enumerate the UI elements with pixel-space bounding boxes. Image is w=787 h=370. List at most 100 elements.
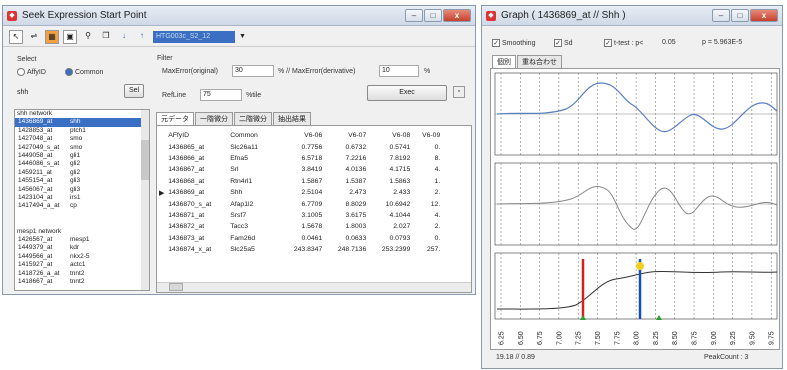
tab-data-2[interactable]: 二階微分 bbox=[234, 112, 272, 125]
ttest-checkbox[interactable]: ✓ t-test : p< bbox=[604, 39, 643, 47]
list-item[interactable]: 1449058_at gli1 bbox=[15, 152, 149, 160]
graph-canvas: 6.25 6.50 6.75 7.00 7.25 7.50 7.75 8.00 8.25 8.50… bbox=[494, 72, 778, 345]
affy-id: 1456067_at bbox=[18, 185, 53, 193]
common-radio[interactable]: Common bbox=[65, 68, 103, 76]
gene-symbol: gli3 bbox=[70, 185, 81, 193]
exec-button[interactable]: Exec bbox=[367, 85, 447, 101]
column-header[interactable]: AFfyID bbox=[166, 130, 228, 141]
table-hscrollbar[interactable] bbox=[157, 282, 471, 292]
tab-individual[interactable]: 個別 bbox=[492, 55, 516, 68]
tab-overlay[interactable]: 重ね合わせ bbox=[517, 55, 562, 68]
list-item[interactable]: 1459211_at gli2 bbox=[15, 169, 149, 177]
table-row[interactable]: 1436866_at Efna5 6.5718 7.2216 7.8192 8. bbox=[157, 153, 442, 164]
gene-network-list[interactable]: shh network 1436869_at shh 1428853_at ptch1… bbox=[14, 109, 150, 291]
table-cell: 1436866_at bbox=[168, 154, 205, 162]
x-tick-label: 6.50 bbox=[518, 331, 525, 345]
minimize-button[interactable]: – bbox=[712, 9, 730, 22]
list-item[interactable]: 1455154_at gli3 bbox=[15, 177, 149, 185]
column-header[interactable]: V6-06 bbox=[280, 130, 324, 141]
x-tick-label: 7.25 bbox=[576, 331, 583, 345]
chevron-down-icon[interactable]: ▼ bbox=[239, 33, 246, 40]
list-scrollbar[interactable] bbox=[141, 110, 149, 290]
affy-id: 1459211_at bbox=[18, 168, 52, 176]
table-cell: 2. bbox=[434, 223, 441, 231]
column-header[interactable]: V6-09 bbox=[412, 130, 442, 141]
radio-selected-icon[interactable] bbox=[65, 68, 73, 76]
graph-area: 6.25 6.50 6.75 7.00 7.25 7.50 7.75 8.00 8.25 8.50… bbox=[490, 68, 780, 350]
table-cell: 0.0793 bbox=[389, 234, 411, 242]
tab-data-0[interactable]: 元データ bbox=[156, 112, 194, 125]
minimize-button[interactable]: – bbox=[405, 9, 423, 22]
peak-count: PeakCount : 3 bbox=[704, 354, 749, 361]
list-item[interactable]: 1426567_at mesp1 bbox=[15, 236, 149, 244]
table-row[interactable]: 1436867_at Srl 3.8419 4.0136 4.1715 4. bbox=[157, 164, 442, 175]
seek-titlebar[interactable]: ◆ Seek Expression Start Point – □ x bbox=[3, 6, 475, 26]
gene-symbol: ptch1 bbox=[70, 126, 86, 134]
table-cell: 1.8003 bbox=[345, 223, 367, 231]
down-arrow-icon[interactable]: ↓ bbox=[117, 30, 131, 44]
save-icon[interactable]: ▫ bbox=[453, 86, 465, 98]
list-item[interactable]: 1415927_at actc1 bbox=[15, 261, 149, 269]
close-button[interactable]: x bbox=[750, 9, 778, 22]
grid-icon[interactable]: ▦ bbox=[45, 29, 59, 44]
list-item[interactable]: 1417494_a_at cp bbox=[15, 202, 149, 210]
affy-id: 1427049_s_at bbox=[18, 143, 60, 151]
table-row[interactable]: 1436868_at Rtn4rl1 1.5867 1.5387 1.5863 1. bbox=[157, 176, 442, 187]
column-header[interactable]: V6-08 bbox=[368, 130, 412, 141]
column-header[interactable]: Common bbox=[228, 130, 280, 141]
refline-input[interactable]: 75 bbox=[200, 89, 242, 101]
sel-button[interactable]: Sel bbox=[124, 84, 144, 98]
column-header[interactable]: V6-07 bbox=[324, 130, 368, 141]
list-item[interactable]: 1456067_at gli3 bbox=[15, 186, 149, 194]
radio-icon[interactable] bbox=[17, 68, 25, 76]
copy-icon[interactable]: ❐ bbox=[99, 30, 113, 44]
sd-checkbox[interactable]: ✓ Sd bbox=[554, 39, 573, 47]
list-item[interactable]: 1446086_s_at gli2 bbox=[15, 160, 149, 168]
close-button[interactable]: x bbox=[443, 9, 471, 22]
list-item[interactable]: 1436869_at shh bbox=[15, 118, 149, 127]
table-cell: 2. bbox=[434, 189, 441, 197]
affyid-radio[interactable]: AffyID bbox=[17, 68, 46, 76]
list-header: shh network bbox=[17, 110, 53, 117]
ttest-value[interactable]: 0.05 bbox=[662, 39, 676, 46]
table-row[interactable]: 1436874_x_at Slc25a5 243.8347 248.7136 253.2… bbox=[157, 244, 442, 255]
search-icon[interactable]: ⚲ bbox=[81, 30, 95, 44]
list-item[interactable]: 1449566_at nkx2-5 bbox=[15, 253, 149, 261]
list-item[interactable]: 1449379_at kdr bbox=[15, 244, 149, 252]
search-input[interactable]: shh bbox=[15, 88, 115, 102]
affy-id: 1423104_at bbox=[18, 193, 53, 201]
maxerror-deriv-input[interactable]: 10 bbox=[379, 65, 419, 77]
list-item[interactable]: 1423104_at irs1 bbox=[15, 194, 149, 202]
up-arrow-icon[interactable]: ↑ bbox=[135, 30, 149, 44]
table-row[interactable]: ▶ 1436869_at Shh 2.5104 2.473 2.433 2. bbox=[157, 187, 442, 198]
sd-label: Sd bbox=[564, 39, 573, 47]
smoothing-checkbox[interactable]: ✓ Smoothing bbox=[492, 39, 535, 47]
row-marker bbox=[157, 198, 166, 209]
graph-titlebar[interactable]: ◆ Graph ( 1436869_at // Shh ) – □ x bbox=[482, 6, 782, 26]
list-item[interactable]: 1427049_s_at smo bbox=[15, 144, 149, 152]
list-item[interactable]: 1427048_at smo bbox=[15, 135, 149, 143]
maximize-button[interactable]: □ bbox=[731, 9, 749, 22]
table-cell: 257. bbox=[427, 246, 441, 254]
list-item[interactable]: 1418726_a_at tnnt2 bbox=[15, 270, 149, 278]
list-item[interactable]: 1418667_at tnnt2 bbox=[15, 278, 149, 286]
table-row[interactable]: 1436865_at Slc26a11 0.7756 0.6732 0.5741 0. bbox=[157, 141, 442, 152]
table-row[interactable]: 1436872_at Tacc3 1.5678 1.8003 2.027 2. bbox=[157, 221, 442, 232]
dataset-combo[interactable]: HTG003c_S2_12 bbox=[153, 30, 235, 43]
maxerror-input[interactable]: 30 bbox=[232, 65, 274, 77]
chart-icon[interactable]: ▣ bbox=[63, 29, 77, 44]
pointer-icon[interactable]: ↖ bbox=[9, 29, 23, 44]
tab-data-1[interactable]: 一階微分 bbox=[195, 112, 233, 125]
tab-data-3[interactable]: 抽出結果 bbox=[273, 112, 311, 125]
check-icon[interactable]: ✓ bbox=[554, 39, 562, 47]
list-item[interactable]: 1428853_at ptch1 bbox=[15, 127, 149, 135]
graph-tabs: 個別 重ね合わせ bbox=[492, 55, 563, 68]
maximize-button[interactable]: □ bbox=[424, 9, 442, 22]
table-row[interactable]: 1436871_at Srsf7 3.1005 3.6175 4.1044 4. bbox=[157, 210, 442, 221]
link-icon[interactable]: ⇌ bbox=[27, 30, 41, 44]
table-row[interactable]: 1436873_at Fam26d 0.0461 0.0633 0.0793 0. bbox=[157, 233, 442, 244]
check-icon[interactable]: ✓ bbox=[492, 39, 500, 47]
table-row[interactable]: 1436870_s_at Afap1l2 6.7709 8.8029 10.6942 12… bbox=[157, 198, 442, 209]
table-cell: Shh bbox=[230, 189, 243, 197]
check-icon[interactable]: ✓ bbox=[604, 39, 612, 47]
